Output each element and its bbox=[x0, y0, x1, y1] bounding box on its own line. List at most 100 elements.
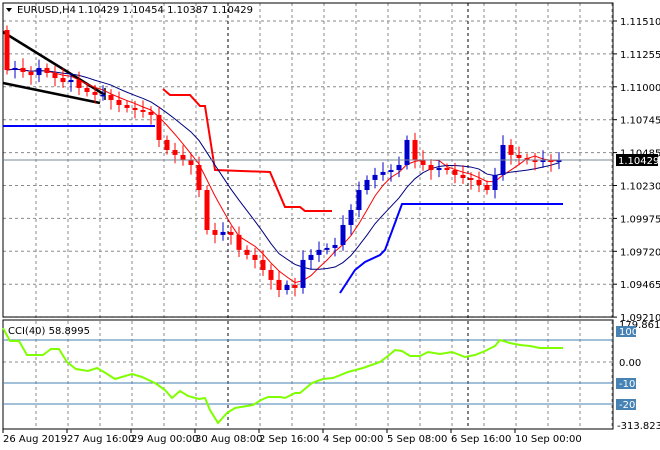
candle-bull bbox=[348, 210, 354, 225]
candle-bear bbox=[252, 254, 258, 260]
candle-bull bbox=[556, 160, 562, 163]
candle-bear bbox=[148, 111, 154, 115]
candle-bear bbox=[268, 270, 274, 280]
candle-bull bbox=[36, 67, 42, 76]
candle-bull bbox=[316, 249, 322, 255]
candle-bear bbox=[460, 174, 466, 179]
candle-bull bbox=[404, 139, 410, 165]
candle-bear bbox=[76, 79, 82, 88]
candle-bull bbox=[332, 244, 338, 248]
candle-bull bbox=[436, 167, 442, 171]
candle-bull bbox=[68, 79, 74, 83]
candle-bear bbox=[420, 159, 426, 165]
candle-bear bbox=[444, 167, 450, 171]
candle-bull bbox=[300, 259, 306, 288]
candle-bull bbox=[324, 247, 330, 250]
candle-bear bbox=[164, 139, 170, 151]
cci-title: CCI(40) 58.8995 bbox=[8, 326, 90, 337]
symbol-label: EURUSD,H4 bbox=[17, 5, 76, 16]
candle-bear bbox=[28, 71, 34, 76]
candle-bear bbox=[156, 114, 162, 140]
candle-bear bbox=[4, 30, 10, 71]
candle-bull bbox=[308, 254, 314, 260]
candle-bear bbox=[484, 184, 490, 191]
cci-tick-label: -313.8234 bbox=[617, 421, 660, 432]
candle-bear bbox=[60, 78, 66, 83]
candle-bear bbox=[228, 231, 234, 235]
candle-bear bbox=[84, 87, 90, 92]
time-tick-label: 10 Sep 00:00 bbox=[515, 434, 582, 445]
candle-bull bbox=[492, 174, 498, 191]
candle-bear bbox=[508, 144, 514, 155]
candle-bear bbox=[412, 139, 418, 160]
cci-tick-label: -200 bbox=[619, 400, 642, 411]
price-tick-label: 1.10230 bbox=[620, 182, 660, 193]
candle-bear bbox=[172, 150, 178, 155]
candle-bear bbox=[468, 178, 474, 180]
candle-bull bbox=[388, 170, 394, 172]
cci-tick-label: 100 bbox=[619, 327, 638, 338]
trendline-lower[interactable] bbox=[2, 81, 101, 105]
candle-bull bbox=[284, 284, 290, 291]
candle-bear bbox=[292, 284, 298, 288]
time-tick-label: 30 Aug 08:00 bbox=[195, 434, 262, 445]
candle-bear bbox=[452, 170, 458, 175]
time-tick-label: 4 Sep 00:00 bbox=[323, 434, 383, 445]
candle-bear bbox=[428, 164, 434, 171]
price-tick-label: 1.10745 bbox=[620, 116, 660, 127]
candle-bear bbox=[180, 154, 186, 160]
candle-bull bbox=[12, 67, 18, 71]
candle-bear bbox=[116, 99, 122, 105]
cci-axis: 179.8611000.00-100-200-313.8234 bbox=[616, 320, 660, 432]
candle-bear bbox=[132, 107, 138, 111]
candle-bear bbox=[516, 154, 522, 159]
candle-bear bbox=[476, 179, 482, 185]
candle-bull bbox=[380, 171, 386, 175]
price-tick-label: 1.09465 bbox=[620, 280, 660, 291]
candle-bear bbox=[20, 67, 26, 72]
candle-bear bbox=[44, 67, 50, 73]
candle-bull bbox=[364, 179, 370, 191]
time-tick-label: 29 Aug 00:00 bbox=[131, 434, 198, 445]
time-tick-label: 6 Sep 16:00 bbox=[451, 434, 511, 445]
price-tick-label: 1.09975 bbox=[620, 214, 660, 225]
candle-bear bbox=[188, 159, 194, 165]
time-tick-label: 26 Aug 2019 bbox=[3, 434, 67, 445]
candle-bear bbox=[276, 279, 282, 291]
candle-bear bbox=[108, 94, 114, 100]
time-tick-label: 27 Aug 16:00 bbox=[67, 434, 134, 445]
candle-bull bbox=[340, 224, 346, 245]
candle-bear bbox=[124, 104, 130, 108]
current-price-label: 1.10429 bbox=[618, 156, 659, 167]
candle-bear bbox=[92, 91, 98, 95]
price-tick-label: 1.09720 bbox=[620, 247, 660, 258]
price-tick-label: 1.11255 bbox=[620, 50, 660, 61]
time-axis: 26 Aug 2019 27 Aug 16:0029 Aug 00:0030 Au… bbox=[2, 429, 582, 445]
candle-bear bbox=[244, 249, 250, 255]
candle-bear bbox=[140, 110, 146, 112]
time-tick-label: 5 Sep 08:00 bbox=[387, 434, 447, 445]
candle-bull bbox=[372, 174, 378, 180]
time-tick-label: 2 Sep 16:00 bbox=[259, 434, 319, 445]
candle-bear bbox=[236, 234, 242, 250]
candle-bull bbox=[356, 190, 362, 211]
dropdown-triangle-icon[interactable] bbox=[6, 8, 12, 12]
candle-bear bbox=[196, 164, 202, 191]
candle-bear bbox=[204, 190, 210, 231]
candle-bull bbox=[396, 164, 402, 171]
candle-bull bbox=[220, 231, 226, 235]
grid bbox=[3, 3, 613, 429]
price-axis: 1.115101.112551.110001.107451.104851.102… bbox=[613, 17, 660, 324]
price-tick-label: 1.11510 bbox=[620, 17, 660, 28]
cci-line bbox=[2, 327, 563, 425]
ma-blue bbox=[6, 68, 560, 270]
candle-bear bbox=[52, 72, 58, 79]
price-tick-label: 1.11000 bbox=[620, 83, 660, 94]
ohlc-values: 1.10429 1.10454 1.10387 1.10429 bbox=[78, 5, 253, 16]
cci-tick-label: 0.00 bbox=[619, 358, 641, 369]
candle-bear bbox=[260, 259, 266, 271]
chart-window[interactable]: 1.115101.112551.110001.107451.104851.102… bbox=[0, 0, 660, 450]
candle-bear bbox=[212, 230, 218, 235]
cci-tick-label: -100 bbox=[619, 379, 642, 390]
cci-panel-frame bbox=[2, 319, 614, 430]
